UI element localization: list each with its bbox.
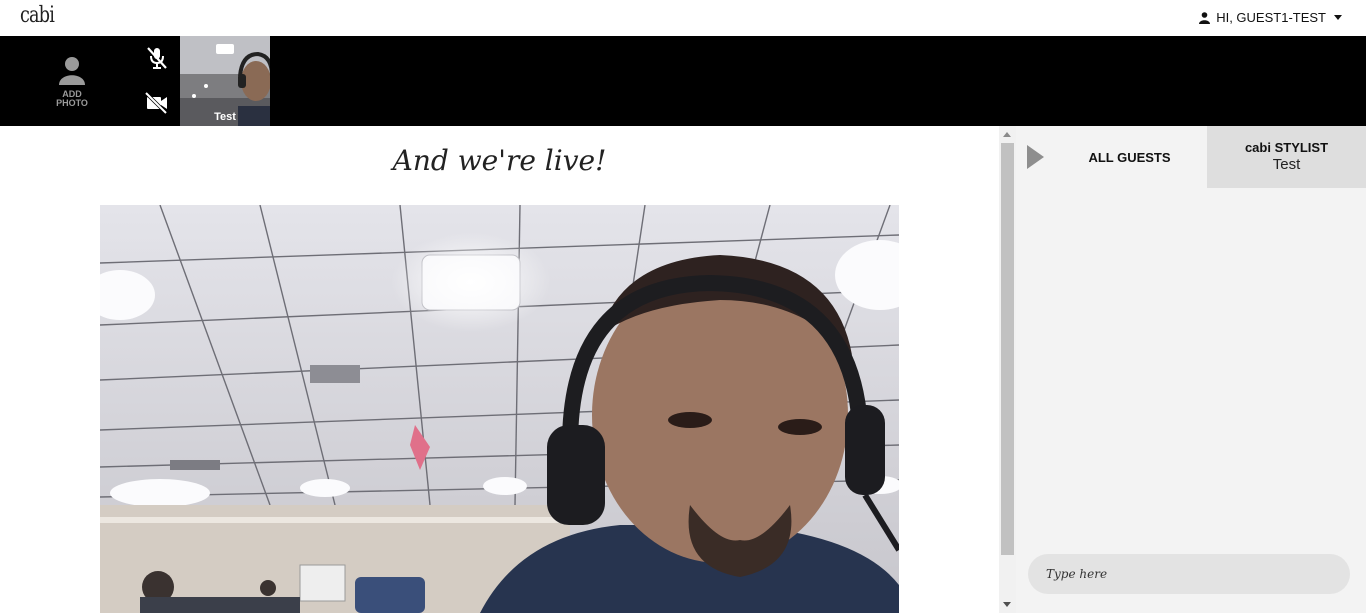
toggle-camera-button[interactable] — [144, 91, 170, 116]
scroll-up-arrow-icon[interactable] — [1003, 132, 1011, 137]
collapse-panel-icon[interactable] — [1027, 145, 1044, 169]
chevron-down-icon — [1334, 15, 1342, 20]
user-icon — [1199, 11, 1211, 24]
main-content: And we're live! — [0, 126, 999, 613]
main-video-feed[interactable] — [100, 205, 899, 613]
add-photo-button[interactable]: ADD PHOTO — [42, 54, 102, 108]
tab-cabi-stylist[interactable]: cabi STYLIST Test — [1207, 126, 1366, 188]
camera-off-icon — [144, 91, 168, 115]
add-photo-label-line2: PHOTO — [56, 98, 88, 108]
scroll-down-arrow-icon[interactable] — [1003, 602, 1011, 607]
main-scrollbar[interactable] — [999, 126, 1016, 613]
tab-stylist-name: Test — [1272, 156, 1301, 173]
chat-panel: ALL GUESTS cabi STYLIST Test — [1016, 126, 1366, 613]
scrollbar-thumb[interactable] — [1001, 143, 1014, 555]
participants-strip: ADD PHOTO Test — [0, 36, 1366, 126]
page-title: And we're live! — [392, 144, 607, 177]
chat-message-input[interactable] — [1028, 554, 1350, 594]
tab-stylist-title: cabi STYLIST — [1244, 140, 1329, 155]
tab-all-guests[interactable]: ALL GUESTS — [1052, 126, 1207, 188]
user-menu[interactable]: HI, GUEST1-TEST — [1199, 10, 1342, 25]
cabi-logo[interactable]: cabi — [20, 3, 55, 28]
avatar-placeholder-icon — [59, 57, 85, 85]
mic-muted-icon — [147, 47, 167, 69]
top-bar: cabi HI, GUEST1-TEST — [0, 0, 1366, 36]
mute-microphone-button[interactable] — [144, 46, 170, 70]
chat-tabs: ALL GUESTS cabi STYLIST Test — [1016, 126, 1366, 188]
participant-video-thumbnail[interactable]: Test — [180, 36, 270, 126]
user-greeting: HI, GUEST1-TEST — [1216, 10, 1326, 25]
video-stream-icon — [100, 205, 899, 613]
participant-name: Test — [214, 111, 236, 123]
